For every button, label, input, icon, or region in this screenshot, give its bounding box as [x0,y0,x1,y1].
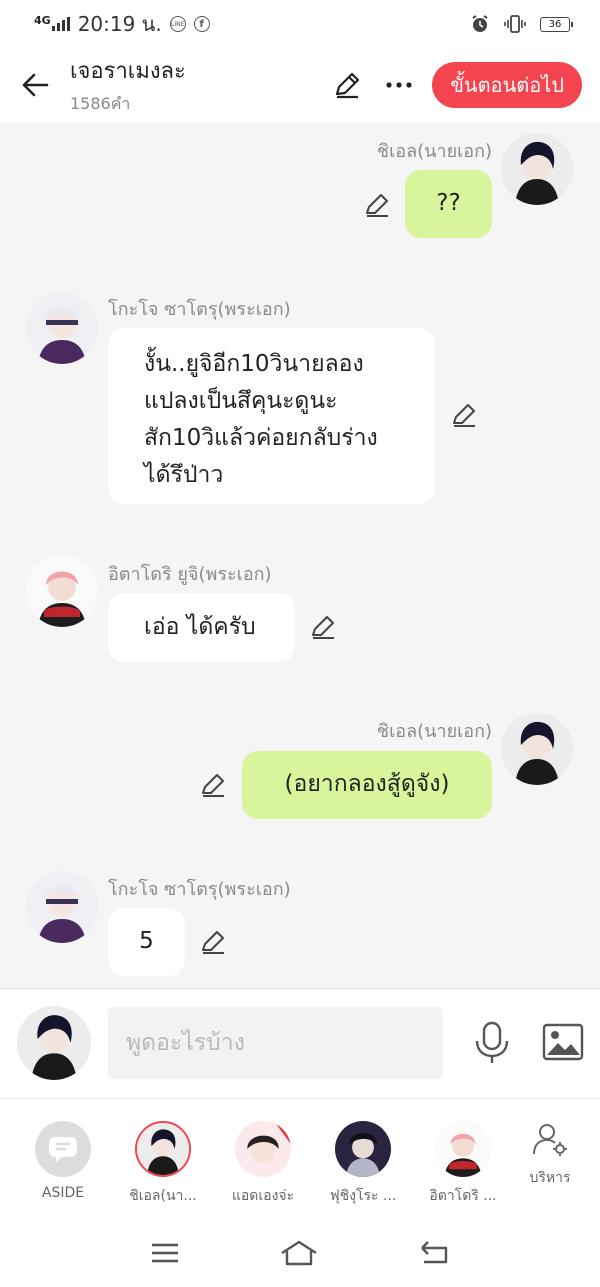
message-bubble[interactable]: งั้น..ยูจิอีก10วินายลอง แปลงเป็นสึคุนะดู… [108,328,435,504]
alarm-icon [472,15,488,32]
message-line: ได้รึป่าว [144,462,224,488]
home-icon[interactable] [279,1239,319,1267]
avatar-ciel [501,133,573,205]
line-app-icon: LINE [169,16,186,32]
avatar-gojo [26,871,98,943]
current-character-avatar[interactable] [17,1006,91,1080]
menu-icon[interactable] [150,1241,180,1265]
avatar-ciel [501,713,573,785]
character-label: แอดเองจ่ะ [231,1188,295,1204]
battery-level: 36 [548,18,562,30]
edit-message-icon[interactable] [449,400,479,430]
signal-bars-icon [51,17,70,31]
user-settings-icon [533,1124,567,1156]
edit-title-button[interactable] [328,66,366,104]
page-title: เจอราเมงละ [70,59,186,84]
aside-bubble-icon [35,1121,91,1177]
image-icon[interactable] [542,1023,584,1061]
composer-bar: พูดอะไรบ้าง [0,988,600,1098]
back-button[interactable] [0,48,70,122]
pencil-icon [336,72,360,99]
more-options-button[interactable] [380,66,418,104]
message-bubble[interactable]: ?? [405,170,492,238]
arrow-left-icon [22,73,49,97]
character-selector: ASIDE ชิเอล(นา... แอดเองจ่ะ ฟุชิงุโระ ..… [0,1098,600,1218]
sender-name: โกะโจ ซาโตรุ(พระเอก) [108,299,291,320]
word-count: 1586คำ [70,94,131,113]
character-label: อิตาโดริ ... [429,1188,497,1204]
status-bar: 4G 20:19 น. LINE f 36 [0,0,600,48]
message-bubble[interactable]: (อยากลองสู้ดูจัง) [242,751,492,819]
facebook-icon: f [193,16,210,32]
character-avatar [135,1121,191,1177]
edit-message-icon[interactable] [198,770,228,800]
character-admin[interactable]: แอดเองจ่ะ [218,1121,308,1207]
character-avatar [335,1121,391,1177]
sender-name: โกะโจ ซาโตรุ(พระเอก) [108,879,291,900]
sender-name: ชิเอล(นายเอก) [376,721,492,742]
character-avatar [235,1121,291,1177]
edit-message-icon[interactable] [362,190,392,220]
system-navigation-bar [0,1218,600,1287]
avatar-gojo [26,292,98,364]
vibrate-icon [504,15,526,33]
message-line: สัก10วิแล้วค่อยกลับร่าง [144,425,378,451]
manage-label: บริหาร [529,1170,571,1186]
character-label: ฟุชิงุโระ ... [329,1188,397,1204]
character-label: ชิเอล(นา... [129,1188,197,1204]
clock: 20:19 น. [77,12,162,36]
edit-message-icon[interactable] [308,612,338,642]
signal-indicator: 4G [34,14,70,31]
sender-name: อิตาโดริ ยูจิ(พระเอก) [108,564,272,585]
story-header: เจอราเมงละ 1586คำ ขั้นตอนต่อไป [0,48,600,122]
character-label: ASIDE [41,1185,85,1201]
character-avatar [435,1121,491,1177]
battery-icon: 36 [540,16,573,32]
character-itadori[interactable]: อิตาโดริ ... [418,1121,508,1207]
character-ciel[interactable]: ชิเอล(นา... [118,1121,208,1207]
character-aside[interactable]: ASIDE [18,1121,108,1201]
sender-name: ชิเอล(นายเอก) [376,141,492,162]
message-bubble[interactable]: เอ่อ ได้ครับ [108,593,295,662]
edit-message-icon[interactable] [198,927,228,957]
microphone-icon[interactable] [472,1021,512,1065]
avatar-itadori [26,555,98,627]
next-step-button[interactable]: ขั้นตอนต่อไป [432,62,582,108]
character-fushiguro[interactable]: ฟุชิงุโระ ... [318,1121,408,1207]
back-nav-icon[interactable] [418,1240,450,1266]
message-input[interactable]: พูดอะไรบ้าง [108,1007,443,1079]
manage-characters-button[interactable]: บริหาร [506,1121,594,1189]
chat-area[interactable]: ชิเอล(นายเอก) ?? โกะโจ ซาโตรุ(พระเอก) งั… [0,122,600,988]
message-line: แปลงเป็นสึคุนะดูนะ [144,388,338,414]
network-type: 4G [34,14,51,27]
more-dots-icon [386,82,412,88]
message-bubble[interactable]: 5 [108,908,185,976]
message-line: งั้น..ยูจิอีก10วินายลอง [144,351,364,377]
